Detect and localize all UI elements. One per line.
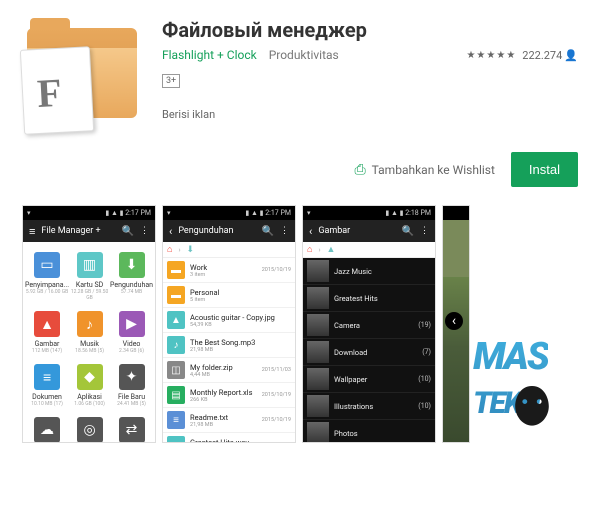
list-item: Download(7) <box>303 339 435 366</box>
tile: ≡Dokumen10.10 MB (17) <box>25 360 69 413</box>
tile: ◆Aplikasi1.06 GB (100) <box>69 360 110 413</box>
screenshot-1[interactable]: ▾▮ ▲ ▮ 2:17 PM ≡ File Manager + 🔍 ⋮ ▭Pen… <box>22 205 156 443</box>
list-item: ▬Personal5 item <box>163 283 295 308</box>
search-icon: 🔍 <box>122 226 134 237</box>
tile: ▭Penyimpana...5.92 GB / 16.00 GB <box>25 248 69 307</box>
appbar-title: Pengunduhan <box>178 226 233 236</box>
ads-label: Berisi iklan <box>162 108 578 121</box>
app-title: Файловый менеджер <box>162 18 578 42</box>
list-item: ▲Acoustic guitar - Copy.jpg54,39 KB <box>163 308 295 333</box>
install-button[interactable]: Instal <box>511 152 578 187</box>
tile: ✦File Baru24.41 MB (5) <box>110 360 153 413</box>
tile: ☁Cloud <box>25 413 69 443</box>
developer-link[interactable]: Flashlight + Clock <box>162 48 257 62</box>
overflow-icon: ⋮ <box>420 226 429 236</box>
tile: ◎Remote <box>69 413 110 443</box>
list-item: Greatest Hits <box>303 285 435 312</box>
list-item: Jazz Music <box>303 258 435 285</box>
prev-arrow-icon: ‹ <box>445 312 463 330</box>
tile: ▥Kartu SD12.28 GB / 59.50 GB <box>69 248 110 307</box>
appbar-title: Gambar <box>318 226 350 236</box>
bookmark-add-icon: ⎙ <box>354 162 365 178</box>
screenshot-3[interactable]: ▾▮ ▲ ▮ 2:18 PM ‹ Gambar 🔍 ⋮ ⌂ › ▲ Jazz M… <box>302 205 436 443</box>
people-icon: 👤 <box>564 49 578 62</box>
back-icon: ‹ <box>169 225 172 238</box>
search-icon: 🔍 <box>402 226 414 237</box>
status-time: 2:18 PM <box>405 209 431 217</box>
screenshot-2[interactable]: ▾▮ ▲ ▮ 2:17 PM ‹ Pengunduhan 🔍 ⋮ ⌂ › ⬇ ▬… <box>162 205 296 443</box>
tile: ▲Gambar112 MB (147) <box>25 307 69 360</box>
app-icon-letter: F <box>36 69 63 117</box>
category-link[interactable]: Produktivitas <box>269 48 339 62</box>
status-time: 2:17 PM <box>265 209 291 217</box>
list-item: Camera(19) <box>303 312 435 339</box>
age-rating-badge: 3+ <box>162 74 180 88</box>
tile: ⬇Pengunduhan57.74 MB <box>110 248 153 307</box>
list-item: ≡Readme.txt21,98 MB2015/10/19 <box>163 408 295 433</box>
overflow-icon: ⋮ <box>280 226 289 236</box>
list-item: Illustrations(10) <box>303 393 435 420</box>
list-item: ♪The Best Song.mp321,98 MB <box>163 333 295 358</box>
status-time: 2:17 PM <box>125 209 151 217</box>
list-item: ◫My folder.zip4,44 MB2015/11/03 <box>163 358 295 383</box>
wishlist-button[interactable]: ⎙ Tambahkan ke Wishlist <box>354 162 494 178</box>
appbar-title: File Manager + <box>41 226 100 236</box>
home-icon: ⌂ <box>307 244 312 255</box>
search-icon: 🔍 <box>262 226 274 237</box>
app-icon: F <box>22 18 142 138</box>
home-icon: ⌂ <box>167 244 172 255</box>
wishlist-label: Tambahkan ke Wishlist <box>372 163 495 177</box>
list-item: Wallpaper(10) <box>303 366 435 393</box>
screenshot-carousel[interactable]: ▾▮ ▲ ▮ 2:17 PM ≡ File Manager + 🔍 ⋮ ▭Pen… <box>22 205 578 443</box>
overflow-icon: ⋮ <box>140 226 149 236</box>
folder-icon: ⬇ <box>187 245 195 255</box>
rating-box[interactable]: ★★★★★ 222.274 👤 <box>466 49 578 62</box>
hamburger-icon: ≡ <box>29 225 35 238</box>
back-icon: ‹ <box>309 225 312 238</box>
list-item: Photos <box>303 420 435 443</box>
list-item: ▬Work3 item2015/10/19 <box>163 258 295 283</box>
tile: ⇄Akses dari PC <box>110 413 153 443</box>
image-icon: ▲ <box>327 244 336 255</box>
star-icon: ★★★★★ <box>466 50 516 61</box>
list-item: ♪Greatest Hits.wav21,98 MB <box>163 433 295 443</box>
tile: ▶Video2.34 GB (6) <box>110 307 153 360</box>
rating-count: 222.274 <box>522 49 562 62</box>
tile: ♪Musik18.56 MB (5) <box>69 307 110 360</box>
screenshot-4[interactable]: ‹ <box>442 205 470 443</box>
list-item: ▤Monthly Report.xls266 KB2015/10/19 <box>163 383 295 408</box>
